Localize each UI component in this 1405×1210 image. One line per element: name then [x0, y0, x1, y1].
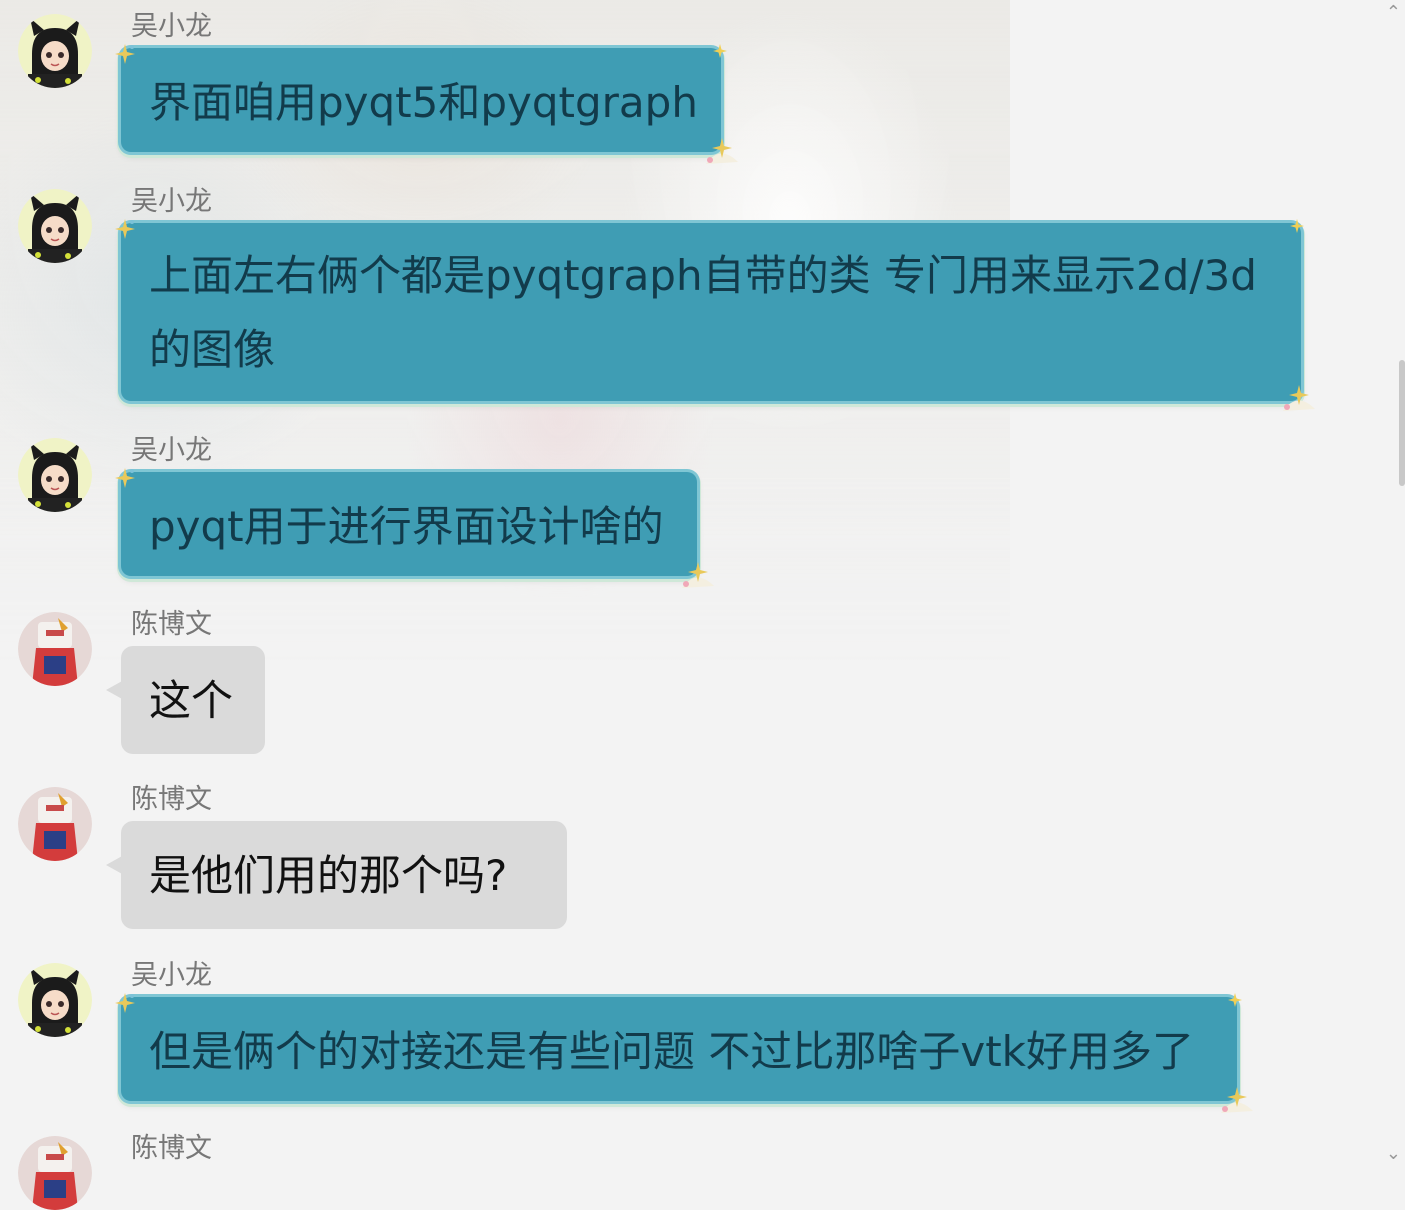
robot-figure-avatar-icon[interactable] — [18, 1136, 92, 1210]
message-text: 界面咱用pyqt5和pyqtgraph — [149, 78, 698, 127]
message-text: pyqt用于进行界面设计啥的 — [149, 502, 664, 551]
sender-name: 陈博文 — [131, 609, 212, 640]
robot-figure-avatar-icon[interactable] — [18, 787, 92, 861]
star-sparkle-icon — [115, 219, 135, 239]
chevron-up-icon[interactable]: ⌃ — [1386, 2, 1401, 23]
sender-name: 陈博文 — [131, 1133, 212, 1164]
chevron-down-icon[interactable]: ⌄ — [1386, 1143, 1401, 1164]
sender-name: 吴小龙 — [131, 186, 212, 217]
star-sparkle-icon — [1228, 993, 1242, 1007]
chat-message-list[interactable]: 吴小龙 界面咱用pyqt5和pyqtgraph 吴小龙 上面左右俩个都是pyqt… — [0, 0, 1405, 1210]
star-sparkle-icon — [1290, 219, 1304, 233]
star-sparkle-icon — [1283, 385, 1315, 411]
scrollbar-thumb[interactable] — [1399, 360, 1405, 486]
sender-name: 吴小龙 — [131, 11, 212, 42]
cat-girl-avatar-icon[interactable] — [18, 438, 92, 512]
star-sparkle-icon — [115, 44, 135, 64]
message-bubble[interactable]: 是他们用的那个吗? — [121, 821, 567, 929]
message-text: 但是俩个的对接还是有些问题 不过比那啥子vtk好用多了 — [149, 1027, 1194, 1076]
star-sparkle-icon — [1221, 1087, 1253, 1113]
message-bubble[interactable]: 界面咱用pyqt5和pyqtgraph — [121, 48, 721, 152]
message-bubble[interactable]: 这个 — [121, 646, 265, 754]
sender-name: 吴小龙 — [131, 960, 212, 991]
cat-girl-avatar-icon[interactable] — [18, 189, 92, 263]
message-bubble[interactable]: 但是俩个的对接还是有些问题 不过比那啥子vtk好用多了 — [121, 997, 1237, 1101]
star-sparkle-icon — [115, 993, 135, 1013]
cat-girl-avatar-icon[interactable] — [18, 963, 92, 1037]
message-bubble[interactable]: 上面左右俩个都是pyqtgraph自带的类 专门用来显示2d/3d 的图像 — [121, 223, 1301, 401]
message-text: 的图像 — [149, 325, 276, 374]
message-text: 这个 — [149, 676, 234, 725]
star-sparkle-icon — [682, 562, 714, 588]
robot-figure-avatar-icon[interactable] — [18, 612, 92, 686]
star-sparkle-icon — [115, 468, 135, 488]
message-text: 是他们用的那个吗? — [149, 851, 508, 900]
sender-name: 吴小龙 — [131, 435, 212, 466]
sender-name: 陈博文 — [131, 784, 212, 815]
message-text: 上面左右俩个都是pyqtgraph自带的类 专门用来显示2d/3d — [149, 251, 1257, 300]
cat-girl-avatar-icon[interactable] — [18, 14, 92, 88]
star-sparkle-icon — [706, 138, 738, 164]
message-bubble[interactable]: pyqt用于进行界面设计啥的 — [121, 472, 697, 576]
star-sparkle-icon — [713, 44, 727, 58]
